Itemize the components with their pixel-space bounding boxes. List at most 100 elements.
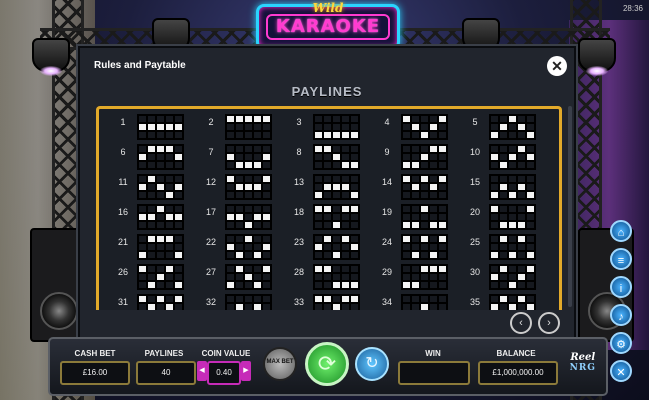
payline-pattern <box>225 264 272 290</box>
payline-pattern <box>137 294 184 310</box>
balance-value: £1,000,000.00 <box>478 361 558 385</box>
payline-number: 3 <box>296 117 302 127</box>
payline-number: 5 <box>472 117 478 127</box>
payline-number: 13 <box>293 177 304 187</box>
payline-number: 15 <box>469 177 480 187</box>
chevron-left-icon: ‹ <box>519 317 523 329</box>
payline-pattern <box>225 294 272 310</box>
payline-item: 8 <box>279 143 367 173</box>
payline-pattern <box>489 114 536 140</box>
payline-pattern <box>489 174 536 200</box>
payline-number: 30 <box>469 267 480 277</box>
payline-pattern <box>489 264 536 290</box>
logo-main-text: KARAOKE <box>265 14 391 40</box>
payline-number: 6 <box>120 147 126 157</box>
settings-button[interactable]: ⚙ <box>610 332 632 354</box>
payline-pattern <box>401 294 448 310</box>
info-button[interactable]: i <box>610 276 632 298</box>
exit-button[interactable]: ✕ <box>610 360 632 382</box>
payline-pattern <box>489 294 536 310</box>
coin-increase-button[interactable]: ▶ <box>241 361 251 381</box>
coin-decrease-button[interactable]: ◀ <box>197 361 207 381</box>
payline-item: 15 <box>455 173 543 203</box>
paylines-label: PAYLINES <box>144 349 184 358</box>
triangle-right-icon: ▶ <box>243 367 249 374</box>
max-bet-button[interactable]: MAX BET <box>263 347 297 381</box>
payline-item: 1 <box>103 113 191 143</box>
payline-pattern <box>489 144 536 170</box>
payline-number: 19 <box>381 207 392 217</box>
payline-item: 34 <box>367 293 455 310</box>
payline-number: 8 <box>296 147 302 157</box>
payline-pattern <box>313 174 360 200</box>
payline-pattern <box>313 144 360 170</box>
payline-number: 16 <box>117 207 128 217</box>
payline-pattern <box>225 144 272 170</box>
payline-pattern <box>137 174 184 200</box>
autoplay-button[interactable]: ↻ <box>355 347 389 381</box>
home-button[interactable]: ⌂ <box>610 220 632 242</box>
payline-number: 11 <box>118 177 128 187</box>
payline-item: 35 <box>455 293 543 310</box>
menu-button[interactable]: ≡ <box>610 248 632 270</box>
payline-item: 22 <box>191 233 279 263</box>
spotlight-icon <box>578 38 616 76</box>
payline-pattern <box>401 144 448 170</box>
balance-label: BALANCE <box>496 349 536 358</box>
sound-button[interactable]: ♪ <box>610 304 632 326</box>
prev-page-button[interactable]: ‹ <box>510 312 532 334</box>
payline-number: 35 <box>469 297 480 307</box>
payline-item: 31 <box>103 293 191 310</box>
dialog-title: Rules and Paytable <box>94 60 186 71</box>
payline-number: 7 <box>208 147 214 157</box>
payline-item: 4 <box>367 113 455 143</box>
payline-pattern <box>137 144 184 170</box>
payline-pattern <box>489 204 536 230</box>
close-button[interactable]: ✕ <box>547 56 567 76</box>
payline-item: 2 <box>191 113 279 143</box>
payline-number: 10 <box>469 147 480 157</box>
payline-item: 12 <box>191 173 279 203</box>
win-value <box>398 361 470 385</box>
payline-number: 17 <box>205 207 216 217</box>
payline-item: 27 <box>191 263 279 293</box>
payline-pattern <box>313 204 360 230</box>
payline-item: 6 <box>103 143 191 173</box>
payline-number: 25 <box>469 237 480 247</box>
autoplay-icon: ↻ <box>365 355 379 372</box>
payline-number: 14 <box>381 177 392 187</box>
payline-pattern <box>137 114 184 140</box>
payline-item: 18 <box>279 203 367 233</box>
clock: 28:36 <box>622 4 643 13</box>
paylines-panel[interactable]: 1 2 3 4 5 6 7 8 9 10 11 12 13 14 15 16 17 18 19 20 21 22 23 24 2… <box>96 106 562 310</box>
payline-item: 11 <box>103 173 191 203</box>
payline-number: 27 <box>205 267 216 277</box>
payline-number: 9 <box>384 147 390 157</box>
payline-pattern <box>137 264 184 290</box>
list-icon: ≡ <box>617 255 625 267</box>
payline-number: 29 <box>381 267 392 277</box>
payline-number: 24 <box>381 237 392 247</box>
payline-item: 7 <box>191 143 279 173</box>
payline-number: 34 <box>381 297 392 307</box>
payline-pattern <box>313 264 360 290</box>
coin-value: 0.40 <box>207 361 241 385</box>
payline-pattern <box>401 204 448 230</box>
cash-bet-value: £16.00 <box>60 361 130 385</box>
next-page-button[interactable]: › <box>538 312 560 334</box>
payline-number: 1 <box>120 117 126 127</box>
payline-number: 12 <box>205 177 216 187</box>
payline-item: 29 <box>367 263 455 293</box>
payline-number: 23 <box>293 237 304 247</box>
control-bar: CASH BET £16.00 PAYLINES 40 COIN VALUE ◀… <box>48 337 608 396</box>
payline-pattern <box>401 174 448 200</box>
side-menu: ⌂ ≡ i ♪ ⚙ ✕ <box>610 220 634 388</box>
payline-item: 20 <box>455 203 543 233</box>
payline-pattern <box>137 204 184 230</box>
payline-number: 32 <box>205 297 216 307</box>
spin-button[interactable]: ⟳ <box>305 342 349 386</box>
payline-item: 10 <box>455 143 543 173</box>
paylines-heading: PAYLINES <box>291 84 363 99</box>
scrollbar[interactable] <box>568 106 572 307</box>
triangle-left-icon: ◀ <box>199 367 205 374</box>
